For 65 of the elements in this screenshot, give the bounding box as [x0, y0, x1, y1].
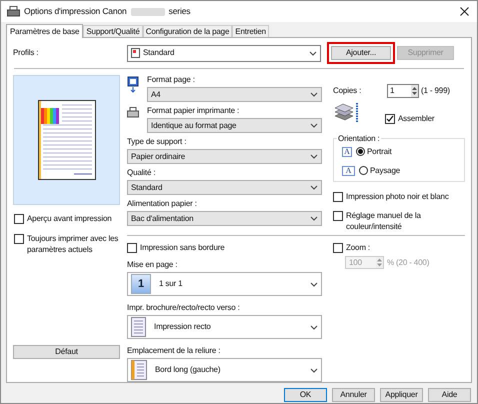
- close-icon[interactable]: [460, 7, 469, 16]
- bound-document-icon: [131, 360, 147, 380]
- dropdown[interactable]: Identique au format page: [147, 118, 322, 133]
- copies-range: (1 - 999): [421, 85, 450, 97]
- dropdown[interactable]: Bac d'alimentation: [127, 211, 322, 226]
- checkbox[interactable]: Impression photo noir et blanc: [333, 191, 465, 202]
- radio-button[interactable]: Portrait: [356, 146, 392, 158]
- dialog-button[interactable]: Appliquer: [380, 388, 423, 402]
- copies-spin-field[interactable]: 1: [387, 84, 419, 98]
- field-label: Qualité :: [127, 168, 156, 178]
- window-title: Options d'impression Canon: [24, 5, 127, 18]
- dropdown[interactable]: Bord long (gauche): [127, 358, 322, 382]
- dropdown[interactable]: Papier ordinaire: [127, 149, 322, 164]
- chevron-icon: [309, 50, 317, 56]
- chevron-icon: [310, 282, 318, 286]
- zoom-range: % (20 - 400): [387, 256, 430, 268]
- field-label: Impr. brochure/recto/recto verso :: [127, 303, 241, 313]
- collated-pages-icon: [333, 102, 361, 124]
- page-count-icon: 1: [131, 274, 151, 294]
- page-size-icon: [127, 76, 139, 94]
- chevron-icon: [310, 154, 318, 159]
- printer-icon: [7, 6, 20, 17]
- add-button[interactable]: Ajouter...: [331, 46, 391, 60]
- checkbox[interactable]: Impression sans bordure: [127, 242, 322, 253]
- blurred-text: [130, 8, 165, 16]
- orientation-icon: A: [342, 146, 352, 156]
- checkmark-icon: [386, 115, 394, 123]
- dialog-button[interactable]: OK: [284, 388, 327, 402]
- profile-icon: [131, 48, 140, 58]
- chevron-icon: [310, 368, 318, 372]
- field-label: Alimentation papier :: [127, 199, 198, 209]
- dialog-button[interactable]: Aide: [428, 388, 471, 402]
- copies-label: Copies :: [333, 85, 362, 97]
- field-label: Format papier imprimante :: [147, 106, 240, 116]
- chevron-icon: [310, 324, 318, 330]
- tab[interactable]: Paramètres de base: [6, 24, 84, 38]
- dropdown[interactable]: A4: [147, 87, 322, 102]
- field-label: Type de support :: [127, 137, 188, 147]
- dropdown[interactable]: Standard: [127, 44, 321, 62]
- tab[interactable]: Configuration de la page: [142, 25, 232, 37]
- dropdown[interactable]: 1 1 sur 1: [127, 272, 322, 296]
- checkbox[interactable]: Réglage manuel de la couleur/intensité: [333, 210, 465, 232]
- dropdown[interactable]: Impression recto: [127, 315, 322, 339]
- checkbox[interactable]: Aperçu avant impression: [14, 213, 124, 224]
- chevron-icon: [310, 123, 318, 128]
- dropdown[interactable]: Standard: [127, 180, 322, 195]
- default-button[interactable]: Défaut: [13, 345, 120, 359]
- chevron-icon: [310, 216, 318, 221]
- chevron-icon: [310, 185, 318, 190]
- chevron-icon: [310, 92, 318, 97]
- checkbox[interactable]: Toujours imprimer avec les paramètres actuels: [14, 233, 124, 255]
- checkbox[interactable]: Assembler: [385, 113, 434, 124]
- field-label: Format page :: [147, 75, 196, 85]
- dialog-button[interactable]: Annuler: [332, 388, 375, 402]
- orientation-icon: A: [342, 166, 355, 176]
- field-label: Emplacement de la reliure :: [127, 346, 222, 356]
- radio-button[interactable]: Paysage: [359, 164, 400, 176]
- tab[interactable]: Support/Qualité: [83, 25, 143, 37]
- printer-icon: [127, 107, 139, 118]
- tab[interactable]: Entretien: [232, 25, 269, 37]
- window-title: series: [168, 5, 190, 18]
- spin-arrows-icon[interactable]: [411, 85, 418, 97]
- field-label: Mise en page :: [127, 260, 178, 270]
- profiles-label: Profils :: [13, 47, 40, 59]
- document-icon: [131, 317, 146, 337]
